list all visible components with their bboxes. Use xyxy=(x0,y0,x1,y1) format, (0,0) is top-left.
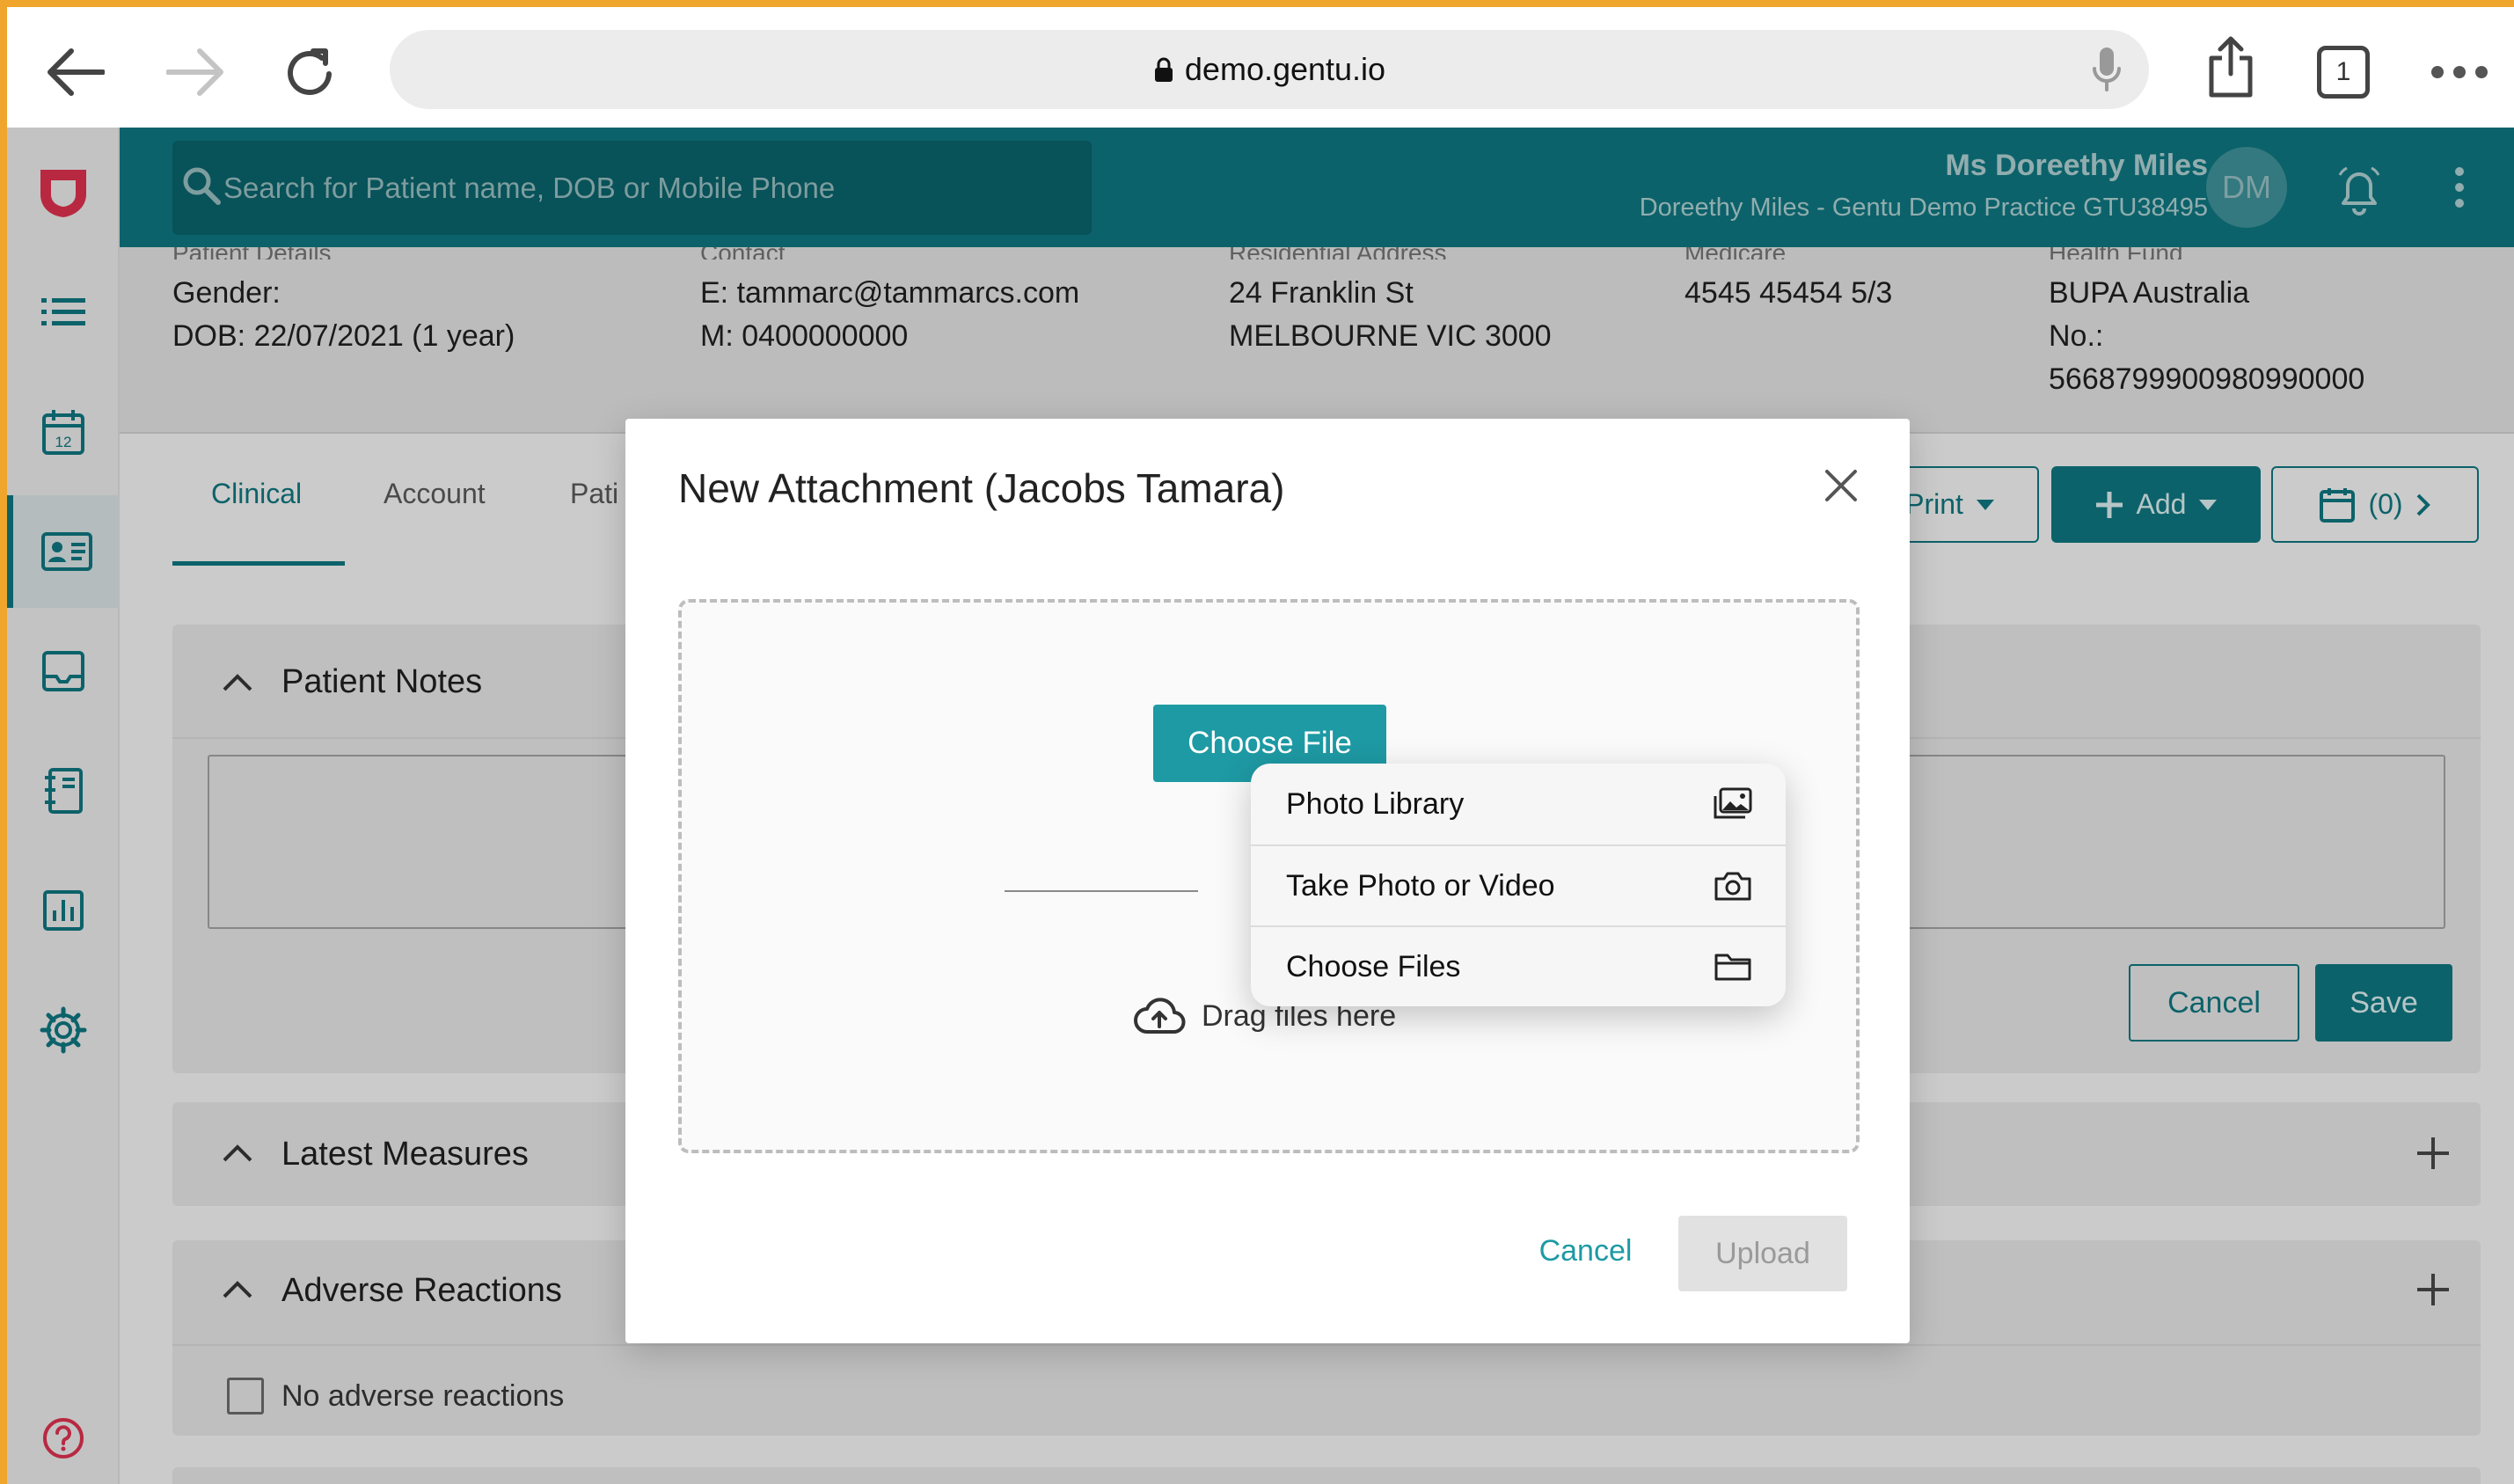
microphone-icon[interactable] xyxy=(2091,46,2123,93)
menu-item-choose-files[interactable]: Choose Files xyxy=(1251,925,1786,1006)
lock-icon xyxy=(1154,57,1173,82)
divider-line xyxy=(1005,890,1198,892)
tabs-button[interactable]: 1 xyxy=(2310,39,2377,106)
share-button[interactable] xyxy=(2197,33,2264,100)
browser-more-button[interactable] xyxy=(2426,39,2493,106)
address-bar[interactable]: demo.gentu.io xyxy=(390,30,2149,109)
photo-library-icon xyxy=(1714,787,1752,819)
tab-count: 1 xyxy=(2317,46,2370,99)
take-photo-label: Take Photo or Video xyxy=(1286,868,1555,903)
url-text: demo.gentu.io xyxy=(1184,51,1386,87)
dialog-title: New Attachment (Jacobs Tamara) xyxy=(678,465,1285,511)
reload-button[interactable] xyxy=(276,39,343,106)
cloud-upload-icon xyxy=(1134,998,1186,1034)
new-attachment-dialog: New Attachment (Jacobs Tamara) Choose Fi… xyxy=(625,419,1910,1343)
forward-arrow-icon xyxy=(166,48,223,96)
app-window: demo.gentu.io 1 12 Search for Patient na… xyxy=(7,7,2514,1484)
forward-button[interactable] xyxy=(162,39,229,106)
dialog-cancel-button[interactable]: Cancel xyxy=(1509,1212,1663,1290)
photo-library-label: Photo Library xyxy=(1286,786,1465,821)
upload-button[interactable]: Upload xyxy=(1678,1216,1847,1291)
back-button[interactable] xyxy=(42,39,109,106)
menu-item-take-photo[interactable]: Take Photo or Video xyxy=(1251,844,1786,925)
camera-icon xyxy=(1714,872,1751,901)
more-dots-icon xyxy=(2431,66,2488,78)
browser-toolbar: demo.gentu.io 1 xyxy=(7,7,2514,128)
choose-files-label: Choose Files xyxy=(1286,949,1461,983)
folder-icon xyxy=(1714,954,1751,981)
share-icon xyxy=(2209,36,2253,98)
menu-item-photo-library[interactable]: Photo Library xyxy=(1251,764,1786,844)
close-icon xyxy=(1825,470,1857,501)
back-arrow-icon xyxy=(48,48,105,96)
close-button[interactable] xyxy=(1815,459,1867,512)
file-source-menu: Photo Library Take Photo or Video Choose… xyxy=(1251,764,1786,1006)
file-drop-zone[interactable]: Choose File Drag files here Photo Librar… xyxy=(678,599,1860,1153)
reload-icon xyxy=(288,48,332,95)
